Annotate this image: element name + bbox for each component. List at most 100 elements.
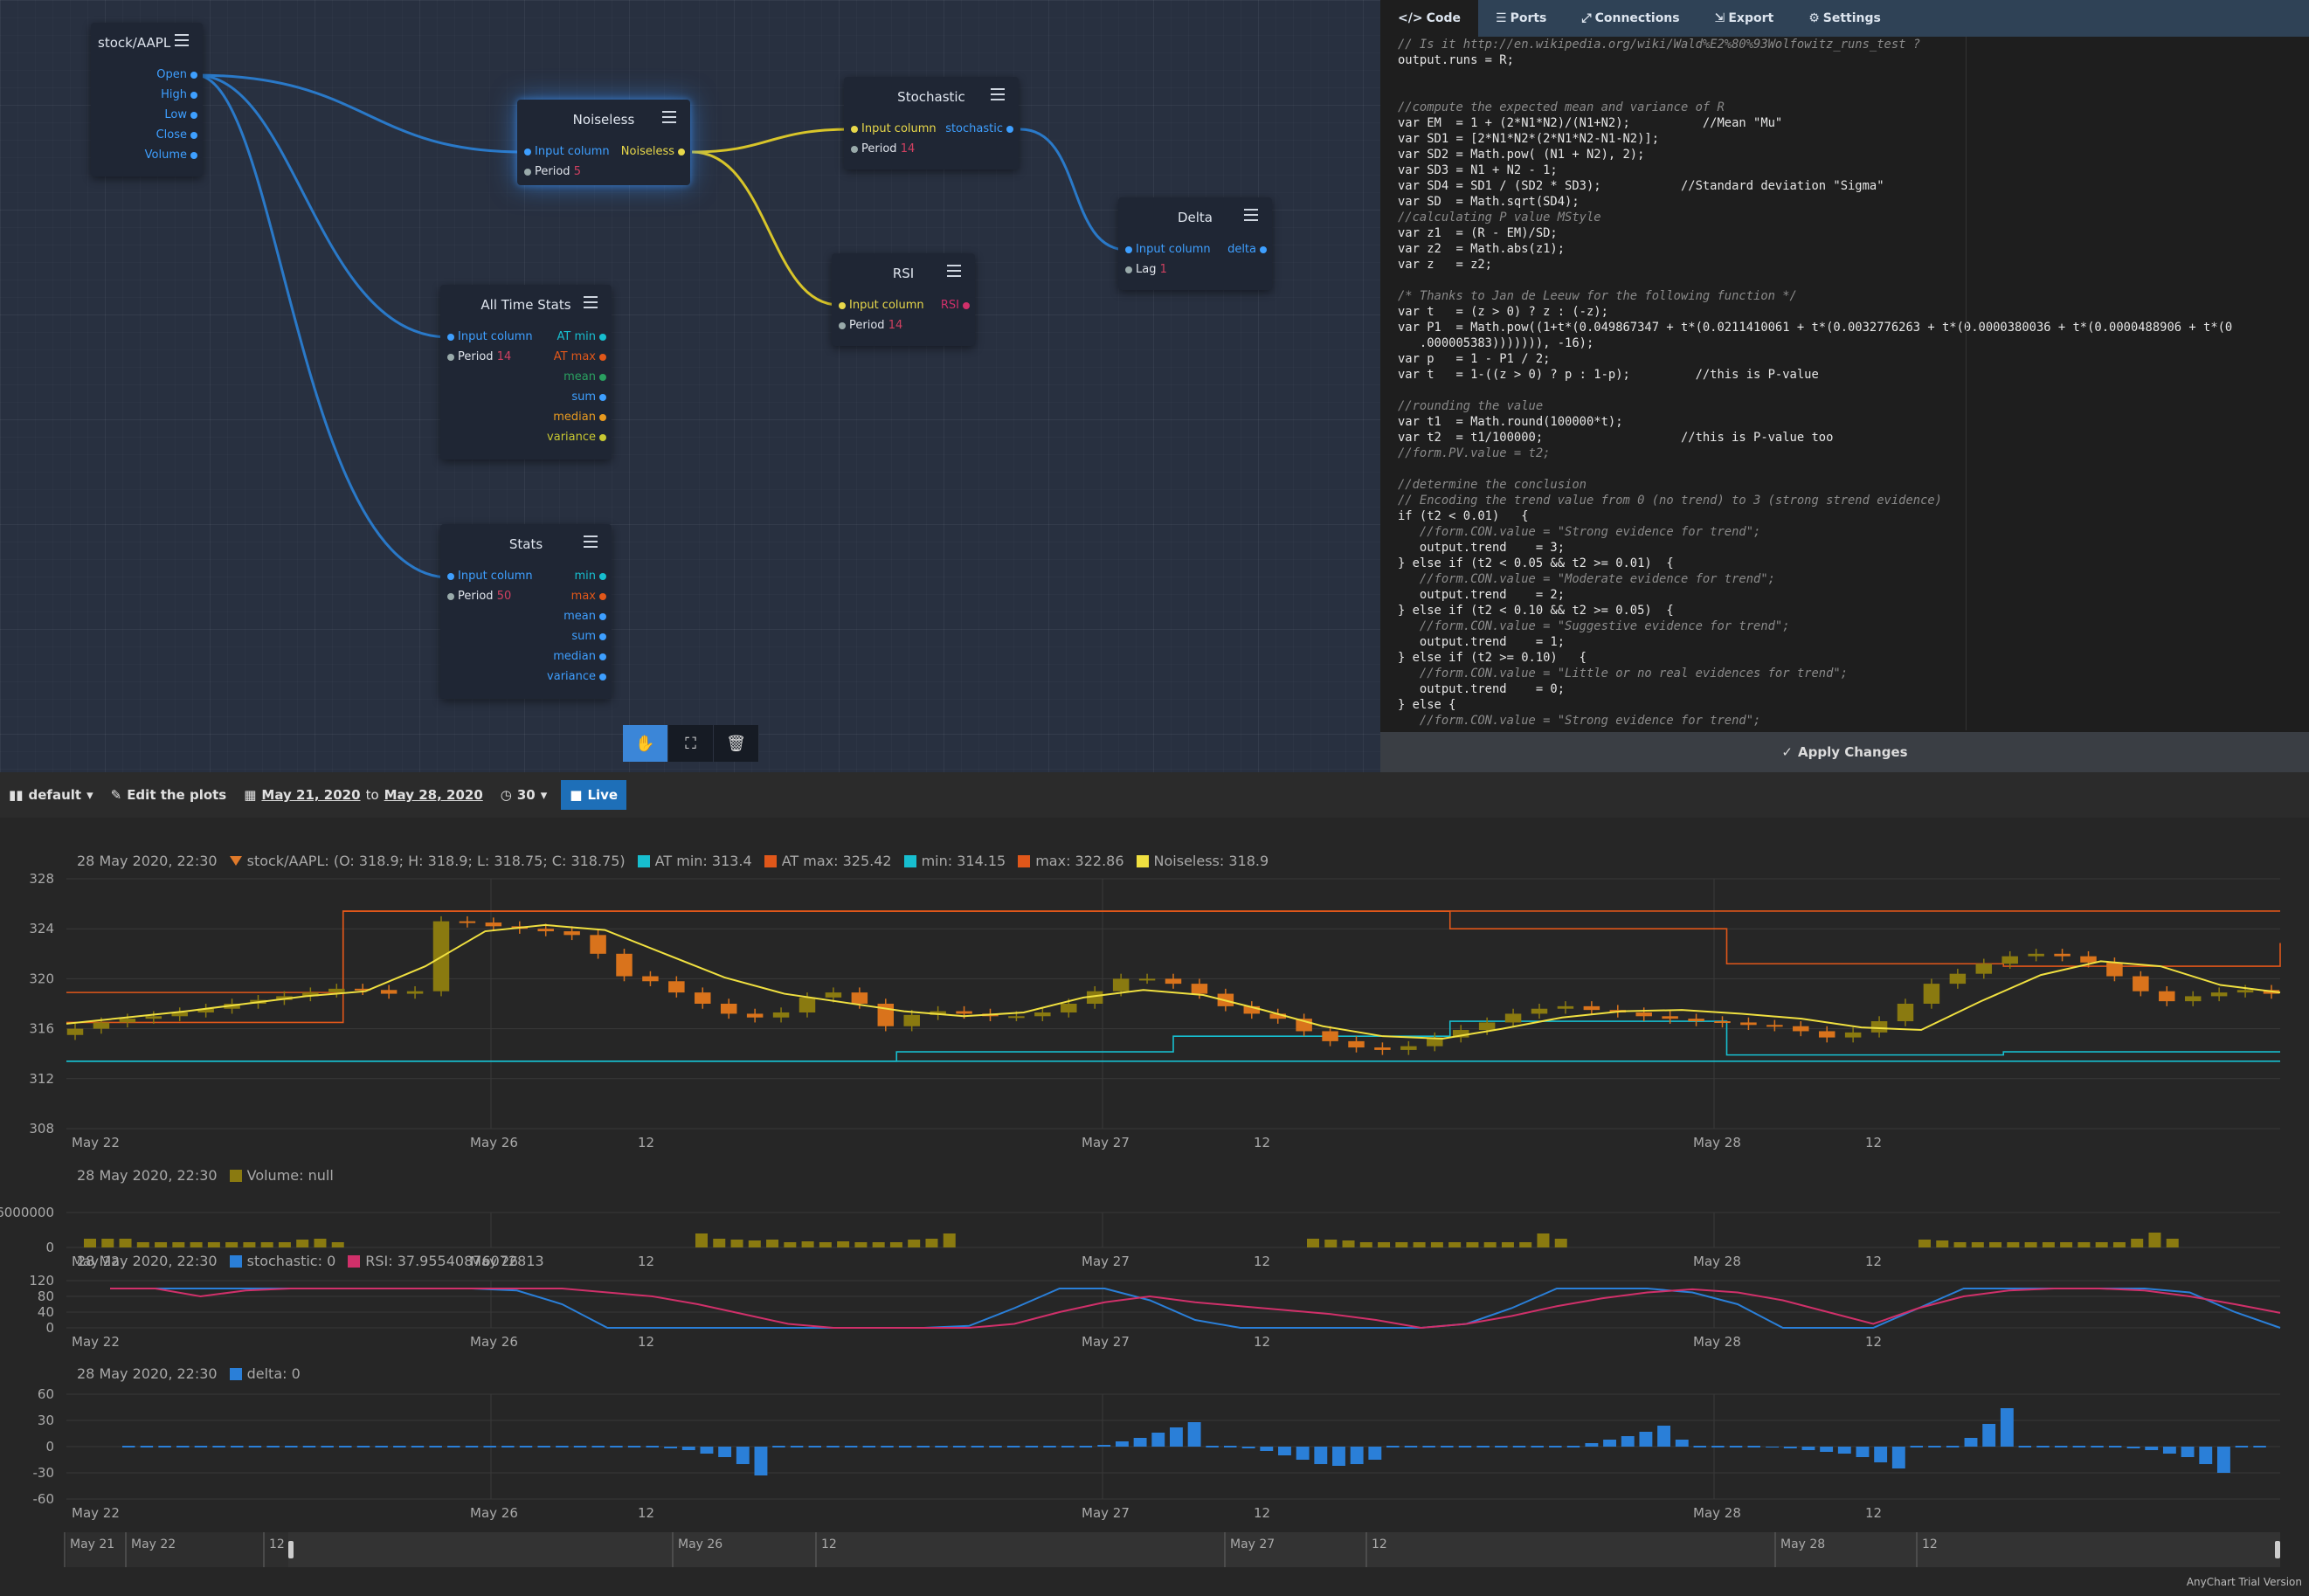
node-rsi[interactable]: RSI Input column RSI Period 14 [832, 253, 975, 346]
node-delta[interactable]: Delta Input column delta Lag 1 [1118, 197, 1272, 290]
tab-export[interactable]: ⇲ Export [1697, 0, 1792, 37]
trash-icon[interactable]: 🗑 [714, 725, 759, 762]
candle-body [1191, 984, 1208, 994]
port-volume[interactable]: Volume [145, 149, 197, 162]
edit-plots-button[interactable]: ✎ Edit the plots [102, 787, 236, 803]
port-max[interactable]: max [571, 590, 606, 604]
volume-bar [1359, 1242, 1372, 1247]
legend-item[interactable]: RSI: 37.95540876072813 [348, 1253, 544, 1269]
param-period[interactable]: Period 50 [447, 590, 511, 604]
x-tick-label: May 28 [1693, 1505, 1741, 1521]
port-min[interactable]: min [574, 570, 606, 584]
legend-swatch [637, 855, 650, 867]
menu-icon[interactable] [584, 296, 598, 308]
x-tick-label: May 26 [470, 1135, 518, 1150]
menu-icon[interactable] [991, 88, 1005, 100]
volume-bar [713, 1239, 726, 1247]
port-input-column[interactable]: Input column [851, 122, 937, 136]
port-rsi-out[interactable]: RSI [941, 299, 970, 313]
scroller-handle-left[interactable] [288, 1541, 294, 1558]
port-variance[interactable]: variance [547, 431, 606, 445]
port-low[interactable]: Low [164, 108, 197, 122]
node-noiseless[interactable]: Noiseless Input column Noiseless Period … [517, 100, 690, 185]
menu-icon[interactable] [662, 111, 676, 123]
hand-icon[interactable]: ✋ [623, 725, 668, 762]
param-value[interactable]: 14 [901, 142, 916, 155]
port-noiseless-out[interactable]: Noiseless [621, 145, 685, 159]
port-mean[interactable]: mean [563, 370, 606, 384]
port-open[interactable]: Open [156, 68, 197, 82]
param-period[interactable]: Period 14 [839, 319, 902, 333]
tab-code[interactable]: </> Code [1380, 0, 1478, 37]
date-from[interactable]: May 21, 2020 [261, 787, 360, 803]
legend-label: AT min: 313.4 [654, 853, 752, 869]
template-dropdown[interactable]: ▮▮ default ▾ [0, 787, 102, 803]
port-variance[interactable]: variance [547, 670, 606, 684]
y-tick-label: 312 [29, 1071, 54, 1087]
menu-icon[interactable] [584, 535, 598, 548]
legend-item[interactable]: Volume: null [229, 1167, 334, 1184]
delta-bar [1278, 1447, 1291, 1455]
node-editor-canvas[interactable]: stock/AAPL Open High Low Close Volume No… [0, 0, 1380, 772]
scroller-handle-right[interactable] [2275, 1541, 2280, 1558]
legend-item[interactable]: AT min: 313.4 [637, 853, 752, 869]
port-high[interactable]: High [161, 88, 197, 102]
param-value[interactable]: 50 [497, 590, 512, 603]
apply-changes-button[interactable]: ✓ Apply Changes [1380, 732, 2309, 772]
legend-item[interactable]: delta: 0 [229, 1365, 301, 1382]
node-stats[interactable]: Stats Input column Period 50 min max mea… [440, 524, 612, 699]
menu-icon[interactable] [947, 265, 961, 277]
y-tick-label: 308 [29, 1121, 54, 1137]
date-to[interactable]: May 28, 2020 [384, 787, 483, 803]
port-median[interactable]: median [553, 411, 606, 425]
param-period[interactable]: Period 14 [447, 350, 511, 364]
legend-item[interactable]: max: 322.86 [1018, 853, 1124, 869]
port-label: Input column [1136, 243, 1211, 256]
param-value[interactable]: 5 [574, 165, 581, 178]
param-value[interactable]: 14 [888, 319, 903, 332]
interval-dropdown[interactable]: ◷ 30 ▾ [492, 787, 557, 803]
live-toggle[interactable]: ■ Live [561, 780, 627, 810]
param-lag[interactable]: Lag 1 [1125, 263, 1167, 277]
charts-svg[interactable]: 328 324 320 316 312 308 May 22 May 26 12 May 27 12… [0, 818, 2309, 1593]
fullscreen-icon[interactable]: ⛶ [668, 725, 714, 762]
port-input-column[interactable]: Input column [1125, 243, 1211, 257]
port-at-max[interactable]: AT max [554, 350, 606, 364]
port-median[interactable]: median [553, 650, 606, 664]
port-input-column[interactable]: Input column [839, 299, 924, 313]
volume-bar [872, 1242, 885, 1247]
port-sum[interactable]: sum [571, 390, 606, 404]
delta-bar [1151, 1433, 1165, 1447]
node-all-time-stats[interactable]: All Time Stats Input column Period 14 AT… [440, 285, 612, 459]
port-at-min[interactable]: AT min [557, 330, 606, 344]
port-stochastic-out[interactable]: stochastic [945, 122, 1013, 136]
port-input-column[interactable]: Input column [447, 570, 533, 584]
node-stock-aapl[interactable]: stock/AAPL Open High Low Close Volume [91, 23, 203, 176]
legend-item[interactable]: AT max: 325.42 [764, 853, 892, 869]
param-value[interactable]: 14 [497, 350, 512, 363]
charts-area[interactable]: 328 324 320 316 312 308 May 22 May 26 12 May 27 12… [0, 818, 2309, 1593]
param-period[interactable]: Period 5 [524, 165, 581, 179]
port-delta-out[interactable]: delta [1227, 243, 1267, 257]
menu-icon[interactable] [175, 34, 189, 46]
legend-item[interactable]: stock/AAPL: (O: 318.9; H: 318.9; L: 318.… [229, 853, 626, 869]
legend-item[interactable]: min: 314.15 [903, 853, 1006, 869]
code-line: //form.CON.value = "Little or no real ev… [1398, 667, 1848, 681]
port-sum[interactable]: sum [571, 630, 606, 644]
port-input-column[interactable]: Input column [524, 145, 610, 159]
port-close[interactable]: Close [156, 128, 197, 142]
code-editor[interactable]: // Is it http://en.wikipedia.org/wiki/Wa… [1398, 37, 2280, 727]
delta-bar [1260, 1447, 1274, 1451]
legend-item[interactable]: stochastic: 0 [229, 1253, 335, 1269]
port-mean[interactable]: mean [563, 610, 606, 624]
param-period[interactable]: Period 14 [851, 142, 915, 156]
param-value[interactable]: 1 [1160, 263, 1167, 276]
tab-label: Connections [1594, 11, 1680, 25]
tab-connections[interactable]: ⤢ Connections [1564, 0, 1697, 37]
node-stochastic[interactable]: Stochastic Input column stochastic Perio… [844, 77, 1019, 169]
legend-item[interactable]: Noiseless: 318.9 [1136, 853, 1269, 869]
tab-settings[interactable]: ⚙ Settings [1791, 0, 1898, 37]
tab-ports[interactable]: ☰ Ports [1478, 0, 1564, 37]
menu-icon[interactable] [1244, 209, 1258, 221]
port-input-column[interactable]: Input column [447, 330, 533, 344]
